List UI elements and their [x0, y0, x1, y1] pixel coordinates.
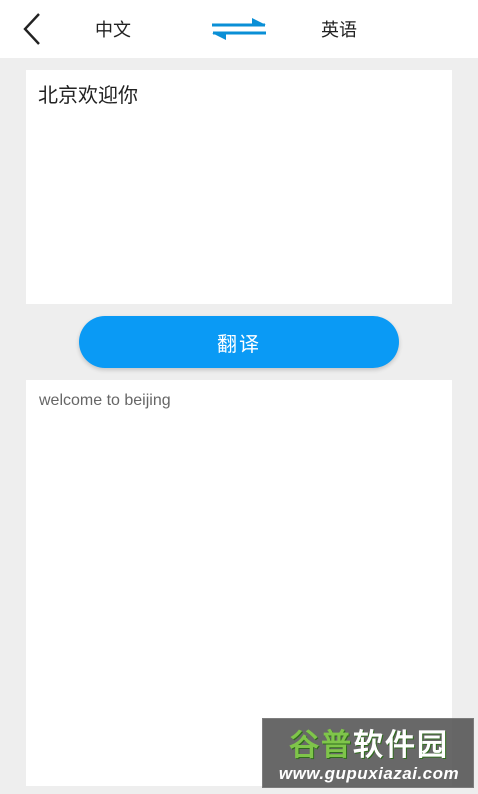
watermark-brand-part1: 谷普 [289, 728, 353, 763]
source-text-input[interactable]: 北京欢迎你 [26, 70, 452, 304]
watermark-brand: 谷普 软件园 [263, 723, 475, 763]
source-text-value: 北京欢迎你 [38, 83, 138, 107]
watermark-brand-part2: 软件园 [353, 728, 449, 763]
translate-button[interactable]: 翻译 [79, 316, 399, 368]
target-language-label: 英语 [321, 20, 357, 41]
top-bar: 中文 英语 [0, 0, 478, 58]
swap-arrows-icon [212, 18, 266, 40]
chevron-left-icon [23, 13, 40, 45]
translate-button-label: 翻译 [217, 331, 261, 356]
watermark-logo: 谷普 软件园 www.gupuxiazai.com [262, 718, 474, 788]
watermark-url: www.gupuxiazai.com [278, 764, 460, 783]
swap-languages-button[interactable] [206, 12, 272, 46]
back-button[interactable] [14, 8, 50, 50]
source-language-selector[interactable]: 中文 [72, 14, 154, 44]
target-language-selector[interactable]: 英语 [298, 14, 380, 44]
source-language-label: 中文 [95, 20, 131, 41]
translator-screen: 中文 英语 北京欢迎你 翻译 welcome to beijing 谷普 软件园 … [0, 0, 478, 794]
translation-output-text: welcome to beijing [39, 392, 171, 409]
